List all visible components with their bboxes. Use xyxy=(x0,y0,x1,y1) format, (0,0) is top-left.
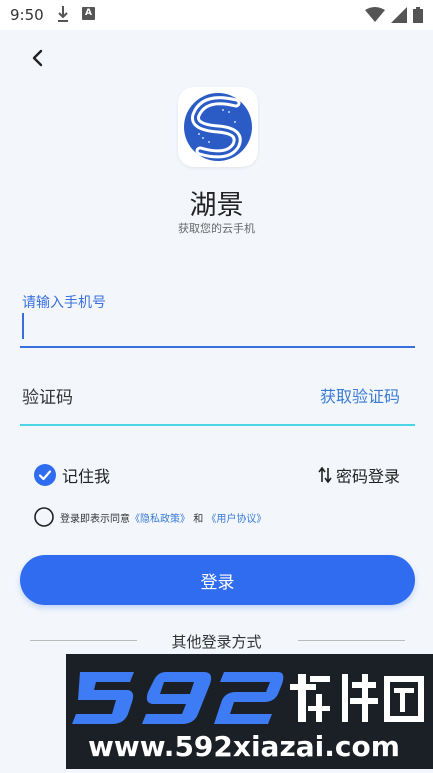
svg-text:www.592xiazai.com: www.592xiazai.com xyxy=(88,730,400,763)
text-caret xyxy=(22,313,24,339)
user-agreement-link[interactable]: 《用户协议》 xyxy=(206,514,266,525)
get-code-button[interactable]: 获取验证码 xyxy=(320,383,400,407)
app-logo xyxy=(178,87,258,167)
a-badge-icon: A xyxy=(82,7,95,20)
phone-field-label: 请输入手机号 xyxy=(22,295,106,311)
divider-right xyxy=(298,640,405,641)
agreement-and: 和 xyxy=(193,513,204,525)
back-icon[interactable] xyxy=(24,45,52,73)
password-login-label: 密码登录 xyxy=(335,467,400,486)
app-name: 湖景 xyxy=(189,190,244,221)
code-field-label[interactable]: 验证码 xyxy=(22,383,73,408)
wifi-icon xyxy=(365,7,385,22)
status-icons xyxy=(365,5,423,25)
signal-icon xyxy=(391,7,407,23)
watermark-logo: www.592xiazai.com xyxy=(66,654,433,769)
code-underline xyxy=(20,424,415,426)
remember-me-checkbox[interactable]: 记住我 xyxy=(34,463,110,487)
phone-input[interactable] xyxy=(20,310,420,348)
app-logo-icon xyxy=(184,93,252,161)
privacy-policy-link[interactable]: 《隐私政策》 xyxy=(130,514,190,525)
agreement-row: 登录即表示同意《隐私政策》 和 《用户协议》 xyxy=(34,507,266,527)
status-time: 9:50 xyxy=(10,6,44,24)
other-login-label: 其他登录方式 xyxy=(171,633,262,651)
remember-me-label: 记住我 xyxy=(62,467,111,486)
download-icon xyxy=(58,6,68,22)
agreement-radio-icon[interactable] xyxy=(34,507,54,527)
phone-underline xyxy=(20,346,415,348)
agreement-prefix: 登录即表示同意 xyxy=(60,513,130,525)
status-bar: 9:50 A xyxy=(0,0,433,30)
swap-arrows-icon xyxy=(318,466,332,484)
login-button[interactable]: 登录 xyxy=(20,555,415,605)
battery-icon xyxy=(413,7,423,23)
checkbox-checked-icon[interactable] xyxy=(34,464,56,486)
watermark-logo-image: www.592xiazai.com xyxy=(72,672,424,763)
app-subtitle: 获取您的云手机 xyxy=(178,222,255,235)
password-login-button[interactable]: 密码登录 xyxy=(318,463,400,487)
